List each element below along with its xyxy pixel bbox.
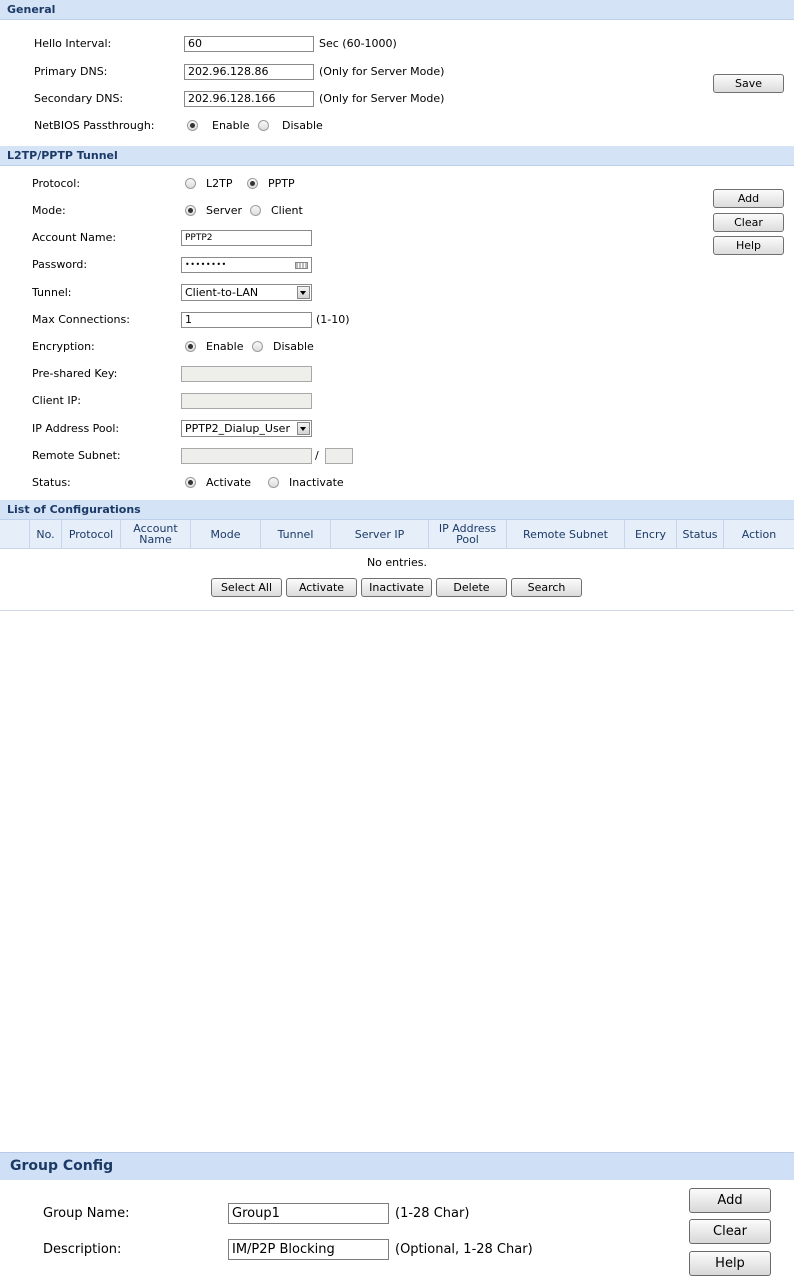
- column-header-action: Action: [723, 520, 794, 549]
- netbios-disable-radio[interactable]: [258, 120, 269, 131]
- encryption-enable-radio[interactable]: [185, 341, 196, 352]
- column-header-mode: Mode: [190, 520, 261, 549]
- column-header-encry: Encry: [624, 520, 677, 549]
- protocol-l2tp-radio[interactable]: [185, 178, 196, 189]
- keyboard-icon[interactable]: [295, 262, 308, 269]
- primary-dns-hint: (Only for Server Mode): [319, 65, 445, 78]
- column-header-tunnel: Tunnel: [260, 520, 331, 549]
- password-label: Password:: [32, 258, 88, 271]
- status-label: Status:: [32, 476, 71, 489]
- remote-subnet-input[interactable]: [181, 448, 312, 464]
- tunnel-section-title: L2TP/PPTP Tunnel: [0, 146, 794, 166]
- mode-client-label: Client: [271, 204, 303, 217]
- primary-dns-label: Primary DNS:: [34, 65, 108, 78]
- password-value: ••••••••: [185, 260, 227, 269]
- secondary-dns-hint: (Only for Server Mode): [319, 92, 445, 105]
- chevron-down-icon: [297, 422, 310, 435]
- mode-server-label: Server: [206, 204, 243, 217]
- secondary-dns-input[interactable]: 202.96.128.166: [184, 91, 314, 107]
- column-header-no: No.: [29, 520, 62, 549]
- remote-subnet-separator: /: [315, 449, 319, 462]
- group-config-title: Group Config: [0, 1152, 794, 1180]
- mode-server-radio[interactable]: [185, 205, 196, 216]
- psk-label: Pre-shared Key:: [32, 367, 118, 380]
- column-header-ip-address-pool: IP Address Pool: [428, 520, 507, 549]
- group-clear-button[interactable]: Clear: [689, 1219, 771, 1244]
- column-header-remote-subnet: Remote Subnet: [506, 520, 625, 549]
- configurations-table: No. Protocol Account Name Mode Tunnel Ser…: [0, 520, 794, 575]
- clear-button[interactable]: Clear: [713, 213, 784, 232]
- psk-input[interactable]: [181, 366, 312, 382]
- netbios-enable-label: Enable: [212, 119, 250, 132]
- client-ip-input[interactable]: [181, 393, 312, 409]
- search-button[interactable]: Search: [511, 578, 582, 597]
- status-inactivate-label: Inactivate: [289, 476, 344, 489]
- group-help-button[interactable]: Help: [689, 1251, 771, 1276]
- section-divider: [0, 610, 794, 611]
- max-connections-label: Max Connections:: [32, 313, 130, 326]
- protocol-label: Protocol:: [32, 177, 81, 190]
- secondary-dns-label: Secondary DNS:: [34, 92, 124, 105]
- hello-interval-hint: Sec (60-1000): [319, 37, 397, 50]
- encryption-disable-radio[interactable]: [252, 341, 263, 352]
- remote-subnet-label: Remote Subnet:: [32, 449, 121, 462]
- password-input[interactable]: ••••••••: [181, 257, 312, 273]
- netbios-disable-label: Disable: [282, 119, 323, 132]
- column-header-protocol: Protocol: [61, 520, 121, 549]
- group-add-button[interactable]: Add: [689, 1188, 771, 1213]
- tunnel-select[interactable]: Client-to-LAN: [181, 284, 312, 301]
- group-name-hint: (1-28 Char): [395, 1206, 470, 1221]
- column-header-account-name: Account Name: [120, 520, 191, 549]
- hello-interval-label: Hello Interval:: [34, 37, 112, 50]
- account-name-label: Account Name:: [32, 231, 117, 244]
- column-header-select: [0, 520, 30, 549]
- group-name-input[interactable]: Group1: [228, 1203, 389, 1224]
- primary-dns-input[interactable]: 202.96.128.86: [184, 64, 314, 80]
- chevron-down-icon: [297, 286, 310, 299]
- status-inactivate-radio[interactable]: [268, 477, 279, 488]
- ip-pool-select-value: PPTP2_Dialup_User: [185, 422, 290, 435]
- encryption-label: Encryption:: [32, 340, 95, 353]
- encryption-disable-label: Disable: [273, 340, 314, 353]
- status-activate-label: Activate: [206, 476, 252, 489]
- status-activate-radio[interactable]: [185, 477, 196, 488]
- table-header-row: No. Protocol Account Name Mode Tunnel Ser…: [0, 520, 794, 549]
- column-header-status: Status: [676, 520, 724, 549]
- protocol-pptp-radio[interactable]: [247, 178, 258, 189]
- ip-pool-select[interactable]: PPTP2_Dialup_User: [181, 420, 312, 437]
- select-all-button[interactable]: Select All: [211, 578, 282, 597]
- activate-button[interactable]: Activate: [286, 578, 357, 597]
- tunnel-label: Tunnel:: [32, 286, 72, 299]
- description-label: Description:: [43, 1242, 122, 1257]
- add-button[interactable]: Add: [713, 189, 784, 208]
- max-connections-input[interactable]: 1: [181, 312, 312, 328]
- netbios-enable-radio[interactable]: [187, 120, 198, 131]
- group-name-label: Group Name:: [43, 1206, 130, 1221]
- hello-interval-input[interactable]: 60: [184, 36, 314, 52]
- delete-button[interactable]: Delete: [436, 578, 507, 597]
- inactivate-button[interactable]: Inactivate: [361, 578, 432, 597]
- mode-client-radio[interactable]: [250, 205, 261, 216]
- protocol-l2tp-label: L2TP: [206, 177, 233, 190]
- table-row: No entries.: [0, 549, 794, 576]
- mode-label: Mode:: [32, 204, 66, 217]
- max-connections-hint: (1-10): [316, 313, 350, 326]
- list-section-title: List of Configurations: [0, 500, 794, 520]
- description-input[interactable]: IM/P2P Blocking: [228, 1239, 389, 1260]
- client-ip-label: Client IP:: [32, 394, 81, 407]
- tunnel-select-value: Client-to-LAN: [185, 286, 259, 299]
- save-button[interactable]: Save: [713, 74, 784, 93]
- column-header-server-ip: Server IP: [330, 520, 429, 549]
- remote-subnet-mask-input[interactable]: [325, 448, 353, 464]
- account-name-input[interactable]: PPTP2: [181, 230, 312, 246]
- netbios-label: NetBIOS Passthrough:: [34, 119, 155, 132]
- description-hint: (Optional, 1-28 Char): [395, 1242, 533, 1257]
- general-section-title: General: [0, 0, 794, 20]
- protocol-pptp-label: PPTP: [268, 177, 295, 190]
- no-entries-text: No entries.: [366, 555, 428, 569]
- ip-pool-label: IP Address Pool:: [32, 422, 120, 435]
- encryption-enable-label: Enable: [206, 340, 244, 353]
- help-button[interactable]: Help: [713, 236, 784, 255]
